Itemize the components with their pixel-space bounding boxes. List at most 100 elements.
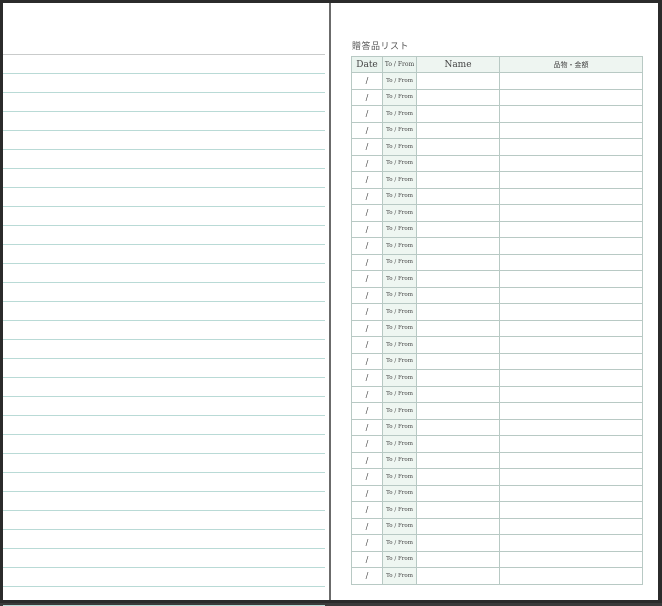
name-cell[interactable] (416, 303, 500, 321)
item-amount-cell[interactable] (499, 352, 643, 370)
item-amount-cell[interactable] (499, 418, 643, 436)
name-cell[interactable] (416, 468, 500, 486)
ruled-line (3, 567, 325, 568)
name-cell[interactable] (416, 517, 500, 535)
table-row: / To / From (351, 468, 643, 486)
item-amount-cell[interactable] (499, 286, 643, 304)
name-cell[interactable] (416, 72, 500, 90)
name-cell[interactable] (416, 88, 500, 106)
item-amount-cell[interactable] (499, 385, 643, 403)
table-row: / To / From (351, 550, 643, 568)
table-row: / To / From (351, 154, 643, 172)
name-cell[interactable] (416, 121, 500, 139)
tofrom-cell: To / From (382, 204, 417, 222)
name-cell[interactable] (416, 369, 500, 387)
item-amount-cell[interactable] (499, 270, 643, 288)
ruled-line (3, 206, 325, 207)
item-amount-cell[interactable] (499, 121, 643, 139)
item-amount-cell[interactable] (499, 319, 643, 337)
item-amount-cell[interactable] (499, 484, 643, 502)
item-amount-cell[interactable] (499, 204, 643, 222)
name-cell[interactable] (416, 501, 500, 519)
name-cell[interactable] (416, 567, 500, 585)
item-amount-cell[interactable] (499, 154, 643, 172)
ruled-line (3, 415, 325, 416)
item-amount-cell[interactable] (499, 88, 643, 106)
column-header-tofrom: To / From (382, 56, 417, 73)
name-cell[interactable] (416, 484, 500, 502)
item-amount-cell[interactable] (499, 534, 643, 552)
name-cell[interactable] (416, 352, 500, 370)
date-cell: / (351, 484, 383, 502)
name-cell[interactable] (416, 336, 500, 354)
item-amount-cell[interactable] (499, 468, 643, 486)
tofrom-cell: To / From (382, 72, 417, 90)
item-amount-cell[interactable] (499, 187, 643, 205)
table-row: / To / From (351, 88, 643, 106)
name-cell[interactable] (416, 534, 500, 552)
tofrom-cell: To / From (382, 402, 417, 420)
name-cell[interactable] (416, 270, 500, 288)
name-cell[interactable] (416, 154, 500, 172)
name-cell[interactable] (416, 253, 500, 271)
item-amount-cell[interactable] (499, 435, 643, 453)
right-page-gift-list[interactable]: 贈答品リスト Date To / From Name 品物・金額 / To / F… (331, 3, 658, 600)
name-cell[interactable] (416, 550, 500, 568)
date-cell: / (351, 369, 383, 387)
table-row: / To / From (351, 451, 643, 469)
gift-rows: / To / From / To / From / To / From / To / From… (351, 72, 643, 585)
item-amount-cell[interactable] (499, 336, 643, 354)
name-cell[interactable] (416, 319, 500, 337)
item-amount-cell[interactable] (499, 237, 643, 255)
table-row: / To / From (351, 435, 643, 453)
name-cell[interactable] (416, 204, 500, 222)
name-cell[interactable] (416, 435, 500, 453)
table-row: / To / From (351, 220, 643, 238)
item-amount-cell[interactable] (499, 72, 643, 90)
item-amount-cell[interactable] (499, 138, 643, 156)
ruled-line (3, 130, 325, 131)
ruled-line (3, 472, 325, 473)
tofrom-cell: To / From (382, 286, 417, 304)
gift-list-table: Date To / From Name 品物・金額 / To / From / To … (351, 56, 643, 585)
name-cell[interactable] (416, 402, 500, 420)
date-cell: / (351, 319, 383, 337)
date-cell: / (351, 88, 383, 106)
ruled-line (3, 453, 325, 454)
date-cell: / (351, 237, 383, 255)
item-amount-cell[interactable] (499, 303, 643, 321)
item-amount-cell[interactable] (499, 253, 643, 271)
name-cell[interactable] (416, 105, 500, 123)
column-header-item-amount: 品物・金額 (499, 56, 643, 73)
item-amount-cell[interactable] (499, 550, 643, 568)
item-amount-cell[interactable] (499, 369, 643, 387)
item-amount-cell[interactable] (499, 220, 643, 238)
date-cell: / (351, 171, 383, 189)
name-cell[interactable] (416, 220, 500, 238)
name-cell[interactable] (416, 286, 500, 304)
name-cell[interactable] (416, 187, 500, 205)
table-row: / To / From (351, 319, 643, 337)
item-amount-cell[interactable] (499, 451, 643, 469)
table-row: / To / From (351, 484, 643, 502)
tofrom-cell: To / From (382, 352, 417, 370)
item-amount-cell[interactable] (499, 105, 643, 123)
ruled-line (3, 244, 325, 245)
item-amount-cell[interactable] (499, 517, 643, 535)
item-amount-cell[interactable] (499, 402, 643, 420)
table-row: / To / From (351, 286, 643, 304)
date-cell: / (351, 468, 383, 486)
tofrom-cell: To / From (382, 517, 417, 535)
item-amount-cell[interactable] (499, 501, 643, 519)
name-cell[interactable] (416, 138, 500, 156)
name-cell[interactable] (416, 237, 500, 255)
name-cell[interactable] (416, 385, 500, 403)
left-page-lined[interactable] (3, 3, 329, 606)
item-amount-cell[interactable] (499, 567, 643, 585)
name-cell[interactable] (416, 451, 500, 469)
name-cell[interactable] (416, 418, 500, 436)
name-cell[interactable] (416, 171, 500, 189)
tofrom-cell: To / From (382, 138, 417, 156)
item-amount-cell[interactable] (499, 171, 643, 189)
tofrom-cell: To / From (382, 567, 417, 585)
